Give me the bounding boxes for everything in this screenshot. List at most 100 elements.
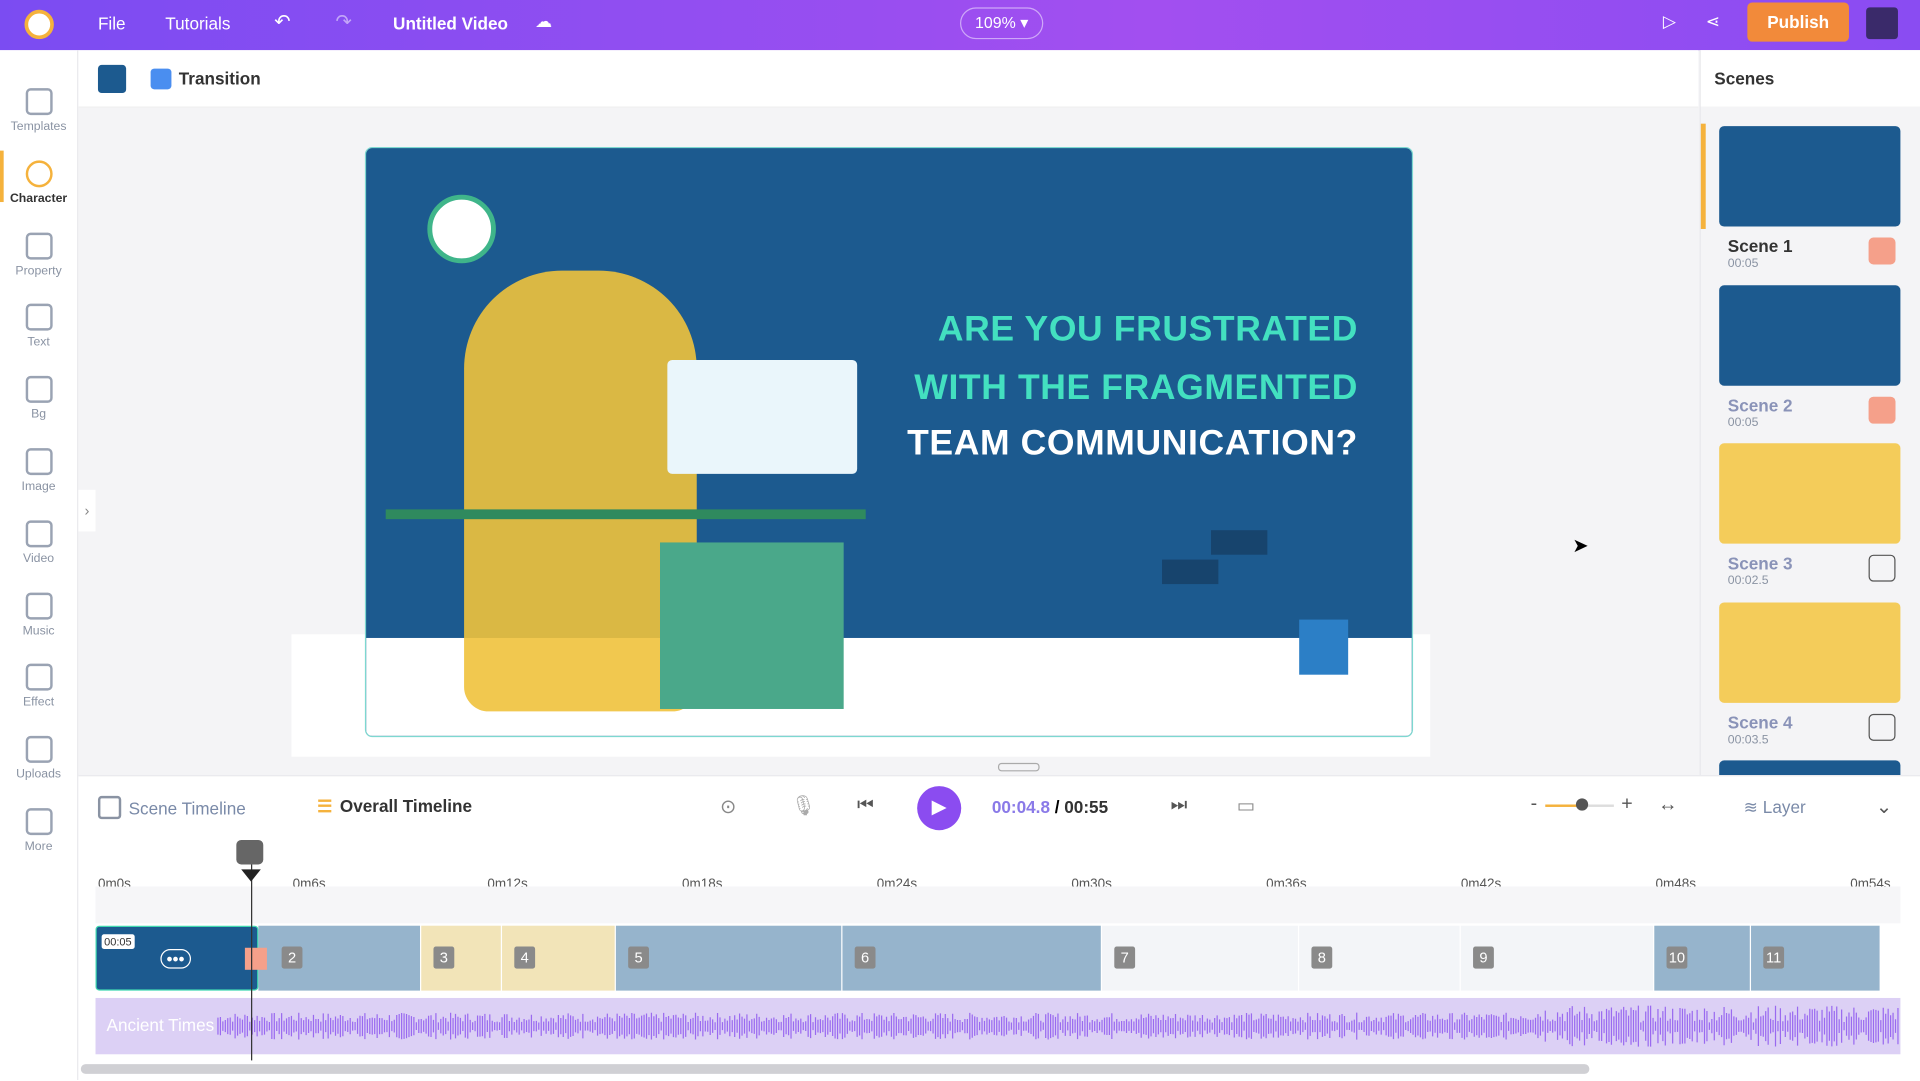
scene-link-icon[interactable] — [1868, 554, 1896, 582]
headline-line-2[interactable]: WITH THE FRAGMENTED — [868, 369, 1358, 409]
scene-number: 2 — [281, 946, 303, 969]
headline-line-3[interactable]: TEAM COMMUNICATION? — [868, 424, 1358, 464]
app-logo[interactable] — [24, 9, 54, 40]
transition-icon — [150, 68, 172, 90]
scene-block[interactable]: 11 — [1751, 925, 1880, 991]
scene-block[interactable]: 3 — [421, 925, 501, 991]
scene-transition-icon[interactable] — [1868, 237, 1896, 265]
overall-timeline-tab[interactable]: ☰ Overall Timeline — [317, 796, 472, 817]
redo-icon[interactable]: ↷ — [336, 10, 352, 34]
scene-number: 9 — [1473, 946, 1494, 969]
sidebar-item-character[interactable]: Character — [0, 150, 77, 221]
templates-icon — [25, 88, 53, 116]
scene-name: Scene 2 — [1727, 394, 1793, 415]
skip-forward-icon[interactable]: ⏭ — [1171, 795, 1188, 816]
scene-block[interactable]: 2 — [258, 925, 421, 991]
sidebar-item-image[interactable]: Image — [0, 438, 77, 509]
playhead[interactable] — [236, 840, 264, 1061]
expand-sidebar-handle[interactable]: › — [78, 489, 96, 532]
sidebar-item-music[interactable]: Music — [0, 582, 77, 653]
scene-link-icon[interactable] — [1868, 713, 1896, 741]
sidebar: Templates Character Property Text Bg Image Vid… — [0, 50, 79, 1081]
scene-thumbnail[interactable] — [1719, 126, 1901, 227]
scene-name: Scene 3 — [1727, 553, 1793, 574]
timeline-zoom-slider[interactable]: - + — [1531, 793, 1634, 814]
sidebar-item-label: Bg — [31, 407, 47, 422]
scene-block[interactable]: 8 — [1299, 925, 1460, 991]
layer-label: Layer — [1762, 797, 1806, 817]
scene-number: 4 — [514, 946, 536, 969]
sidebar-item-label: Property — [15, 263, 62, 278]
publish-button[interactable]: Publish — [1747, 2, 1849, 42]
scene-block[interactable]: 9 — [1460, 925, 1654, 991]
sidebar-item-label: Effect — [23, 695, 55, 710]
slide-canvas[interactable]: ARE YOU FRUSTRATED WITH THE FRAGMENTED T… — [364, 146, 1414, 738]
scene-thumbnail[interactable] — [1719, 284, 1901, 386]
more-icon — [25, 808, 53, 836]
resize-handle[interactable] — [997, 762, 1040, 772]
sidebar-item-text[interactable]: Text — [0, 294, 77, 365]
zoom-select[interactable]: 109% ▾ — [960, 7, 1044, 40]
time-display: 00:04.8 / 00:55 — [992, 797, 1108, 817]
scene-thumbnail[interactable] — [1719, 443, 1901, 544]
scene-duration: 00:05 — [1727, 415, 1759, 430]
desk — [385, 509, 866, 520]
sidebar-item-video[interactable]: Video — [0, 510, 77, 581]
scene-block[interactable]: 5 — [615, 925, 842, 991]
microphone-icon[interactable]: 🎙 — [791, 793, 816, 817]
video-icon — [25, 520, 53, 548]
collapse-timeline-icon[interactable]: ⌄ — [1876, 795, 1892, 819]
file-menu[interactable]: File — [98, 13, 126, 33]
headline-line-1[interactable]: ARE YOU FRUSTRATED — [868, 310, 1358, 350]
scene-block[interactable]: 6 — [842, 925, 1101, 991]
scene-number: 10 — [1666, 946, 1688, 969]
scene-number: 8 — [1311, 946, 1333, 969]
audio-track[interactable]: Ancient Times — [95, 997, 1901, 1055]
scene-duration: 00:05 — [1727, 257, 1759, 271]
plant-pot — [1299, 619, 1349, 675]
scene-duration: 00:03.5 — [1727, 732, 1769, 747]
avatar[interactable] — [1866, 7, 1898, 40]
skip-back-icon[interactable]: ⏮ — [857, 795, 874, 816]
fit-width-icon[interactable]: ↔ — [1658, 795, 1678, 817]
zoom-value: 109% — [975, 13, 1016, 32]
scene-timeline-tab[interactable]: Scene Timeline — [97, 795, 246, 820]
scene-transition-icon[interactable] — [1868, 396, 1896, 424]
tutorials-menu[interactable]: Tutorials — [165, 13, 230, 33]
transition-button[interactable]: Transition — [179, 69, 261, 89]
scene-block-active[interactable]: 00:05 ••• — [95, 925, 259, 991]
scene-number: 5 — [628, 946, 649, 969]
top-bar: File Tutorials ↶ ↷ Untitled Video ☁ 109%… — [0, 0, 1920, 51]
sidebar-item-templates[interactable]: Templates — [0, 78, 77, 149]
scene-block[interactable]: 7 — [1102, 925, 1298, 991]
sidebar-item-uploads[interactable]: Uploads — [0, 726, 77, 797]
scene-timeline-label: Scene Timeline — [128, 798, 246, 818]
sidebar-item-label: More — [24, 840, 53, 854]
transition-marker[interactable] — [244, 947, 267, 970]
sidebar-item-more[interactable]: More — [0, 798, 77, 869]
computer-monitor — [667, 360, 858, 474]
sidebar-item-property[interactable]: Property — [0, 222, 77, 293]
horizontal-scrollbar[interactable] — [80, 1064, 1590, 1074]
sidebar-item-effect[interactable]: Effect — [0, 654, 77, 725]
scene-thumbnail[interactable] — [1719, 601, 1901, 703]
undo-icon[interactable]: ↶ — [274, 10, 290, 34]
screenshot-icon[interactable]: ⊙ — [720, 795, 736, 819]
scene-block[interactable]: 4 — [502, 925, 615, 991]
subtitles-icon[interactable]: ▭ — [1237, 793, 1256, 817]
video-title[interactable]: Untitled Video — [393, 13, 508, 33]
overall-timeline-icon: ☰ — [317, 795, 333, 816]
audio-waveform — [217, 1005, 1899, 1047]
scene-name: Scene 4 — [1727, 712, 1793, 732]
share-icon[interactable]: ⋖ — [1706, 11, 1720, 32]
overall-timeline-label: Overall Timeline — [339, 795, 473, 816]
play-button[interactable]: ▶ — [917, 786, 962, 831]
sidebar-item-bg[interactable]: Bg — [0, 366, 77, 437]
layer-button[interactable]: ≋ Layer — [1744, 797, 1806, 818]
background-color-swatch[interactable] — [97, 64, 127, 94]
scene-block[interactable]: 10 — [1654, 925, 1750, 991]
more-options-icon[interactable]: ••• — [160, 948, 191, 969]
preview-play-icon[interactable]: ▷ — [1663, 11, 1676, 32]
current-time: 00:04.8 — [991, 797, 1050, 817]
sidebar-item-label: Music — [22, 623, 55, 638]
